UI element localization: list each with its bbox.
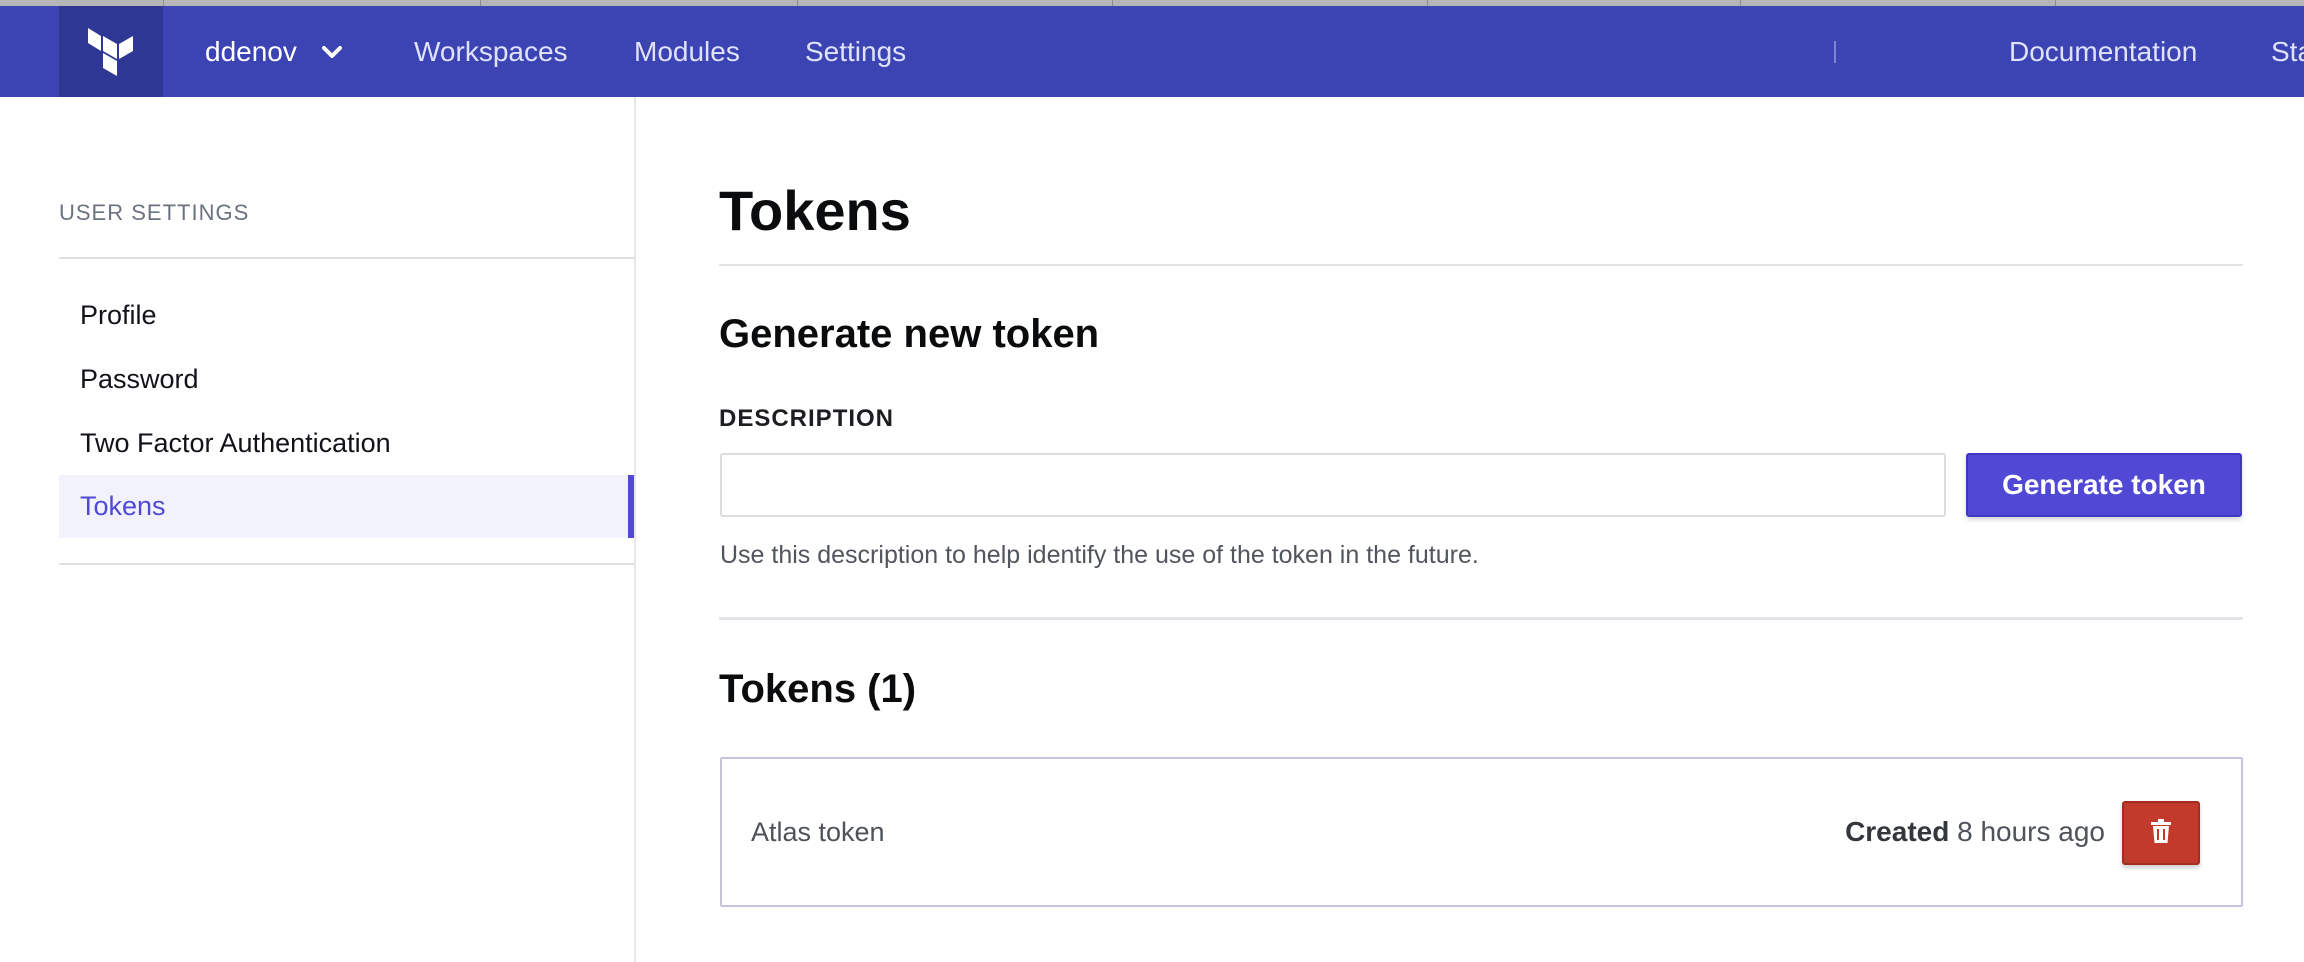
org-switcher[interactable]: ddenov [205,32,345,72]
token-row: Atlas token Created 8 hours ago [720,757,2243,907]
sidebar-item-tokens[interactable]: Tokens [59,475,634,538]
delete-token-button[interactable] [2122,801,2200,865]
token-created-label: Created [1845,816,1950,847]
page-title: Tokens [719,179,911,242]
description-input[interactable] [720,453,1946,517]
org-name: ddenov [205,36,297,67]
token-created: Created 8 hours ago [1845,816,2105,848]
sidebar-divider [634,97,636,962]
nav-link-documentation[interactable]: Documentation [2009,32,2197,72]
sidebar-item-two-factor[interactable]: Two Factor Authentication [59,412,634,475]
description-hint: Use this description to help identify th… [720,541,1479,569]
trash-icon [2151,818,2171,848]
terraform-logo-icon[interactable] [59,6,163,97]
sidebar-item-password[interactable]: Password [59,348,634,411]
sidebar-heading: USER SETTINGS [59,200,250,225]
token-created-value: 8 hours ago [1957,816,2105,847]
nav-link-settings[interactable]: Settings [805,32,906,72]
sidebar-rule-bottom [59,563,634,565]
chevron-down-icon [319,39,345,65]
top-nav-bar: ddenov Workspaces Modules Settings Docum… [0,0,2304,97]
generate-token-heading: Generate new token [719,312,1100,356]
title-divider [719,264,2243,266]
description-label: DESCRIPTION [719,405,895,432]
sidebar-item-profile[interactable]: Profile [59,284,634,347]
section-divider [719,617,2243,620]
nav-link-workspaces[interactable]: Workspaces [414,32,568,72]
token-name: Atlas token [751,817,885,847]
nav-link-modules[interactable]: Modules [634,32,740,72]
tokens-list-heading: Tokens (1) [719,667,917,711]
nav-separator [1834,41,1836,63]
sidebar-rule-top [59,257,634,259]
nav-link-status[interactable]: Sta [2271,32,2304,72]
browser-tab-strip [0,0,2304,6]
generate-token-button[interactable]: Generate token [1966,453,2242,517]
